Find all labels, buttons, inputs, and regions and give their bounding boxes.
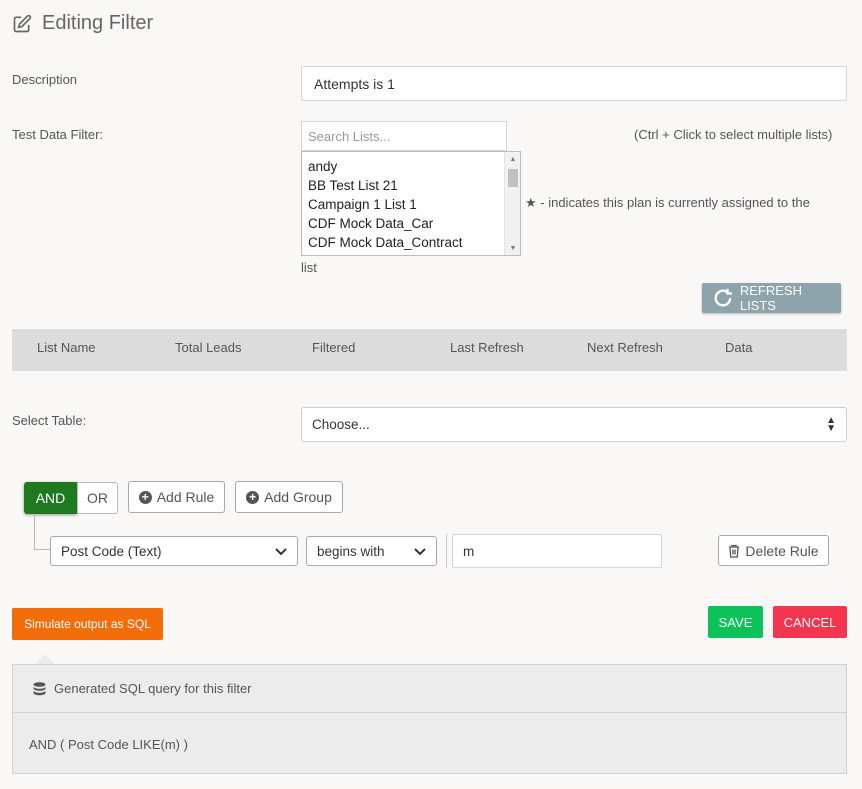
updown-caret-icon: ▲ ▼: [826, 414, 836, 434]
refresh-lists-button[interactable]: REFRESH LISTS: [702, 283, 841, 313]
description-input[interactable]: Attempts is 1: [301, 66, 847, 101]
chevron-down-icon: [275, 544, 287, 559]
scroll-up-arrow-icon[interactable]: ▲: [505, 152, 520, 166]
save-button[interactable]: SAVE: [708, 606, 763, 638]
select-table-value: Choose...: [312, 417, 370, 432]
rule-connector-line: [34, 514, 50, 550]
column-last-refresh: Last Refresh: [450, 340, 524, 355]
database-icon: [33, 681, 46, 695]
add-group-label: Add Group: [264, 489, 332, 505]
page-title-text: Editing Filter: [42, 12, 154, 34]
simulate-sql-button[interactable]: Simulate output as SQL: [12, 608, 163, 640]
lists-listbox[interactable]: andy BB Test List 21 Campaign 1 List 1 C…: [301, 151, 521, 256]
column-list-name: List Name: [37, 340, 96, 355]
star-hint-cont: list: [301, 260, 317, 275]
list-item[interactable]: CDF Mock Data_Car: [302, 214, 520, 233]
add-rule-button[interactable]: + Add Rule: [128, 481, 225, 513]
page-title: Editing Filter: [12, 12, 153, 35]
or-toggle-button[interactable]: OR: [77, 482, 118, 514]
test-data-filter-label: Test Data Filter:: [12, 127, 104, 142]
and-toggle-button[interactable]: AND: [24, 482, 77, 514]
refresh-lists-label: REFRESH LISTS: [739, 283, 802, 313]
cancel-button[interactable]: CANCEL: [773, 606, 847, 638]
trash-icon: [729, 544, 740, 558]
plus-circle-icon: +: [138, 490, 152, 504]
select-table-dropdown[interactable]: Choose... ▲ ▼: [301, 407, 847, 442]
sql-panel-heading: Generated SQL query for this filter: [54, 681, 252, 696]
rule-operator-select[interactable]: begins with: [306, 536, 437, 566]
sql-query-text: AND ( Post Code LIKE(m) ): [29, 737, 188, 752]
edit-icon: [13, 14, 32, 32]
multi-select-hint: (Ctrl + Click to select multiple lists): [634, 127, 833, 142]
rule-divider: [446, 534, 447, 568]
rule-value-input[interactable]: m: [452, 534, 662, 568]
chevron-down-icon: [414, 544, 426, 559]
sql-panel-header: Generated SQL query for this filter: [13, 665, 846, 713]
sql-output-panel: Generated SQL query for this filter AND …: [12, 664, 847, 774]
plus-circle-icon: +: [246, 490, 260, 504]
column-next-refresh: Next Refresh: [587, 340, 663, 355]
list-item[interactable]: CDF Mock Data_Contract: [302, 233, 520, 252]
column-filtered: Filtered: [312, 340, 356, 355]
refresh-icon: [714, 288, 733, 307]
rule-field-select[interactable]: Post Code (Text): [50, 536, 298, 566]
lists-table-header: List Name Total Leads Filtered Last Refr…: [12, 329, 847, 371]
add-group-button[interactable]: + Add Group: [235, 481, 343, 513]
list-item[interactable]: BB Test List 21: [302, 176, 520, 195]
rule-field-value: Post Code (Text): [61, 543, 162, 559]
list-item[interactable]: Campaign 1 List 1: [302, 195, 520, 214]
add-rule-label: Add Rule: [156, 489, 215, 505]
column-total-leads: Total Leads: [175, 340, 242, 355]
description-label: Description: [12, 72, 78, 87]
scroll-down-arrow-icon[interactable]: ▼: [505, 241, 520, 255]
star-hint: ★ - indicates this plan is currently ass…: [525, 195, 810, 210]
search-lists-input[interactable]: Search Lists...: [301, 121, 507, 151]
delete-rule-button[interactable]: Delete Rule: [718, 535, 829, 566]
delete-rule-label: Delete Rule: [745, 542, 819, 559]
scroll-thumb[interactable]: [508, 169, 518, 187]
listbox-scrollbar[interactable]: ▲ ▼: [504, 152, 520, 255]
select-table-label: Select Table:: [12, 413, 87, 428]
column-data: Data: [725, 340, 753, 355]
list-item[interactable]: andy: [302, 157, 520, 176]
rule-operator-value: begins with: [317, 543, 385, 559]
